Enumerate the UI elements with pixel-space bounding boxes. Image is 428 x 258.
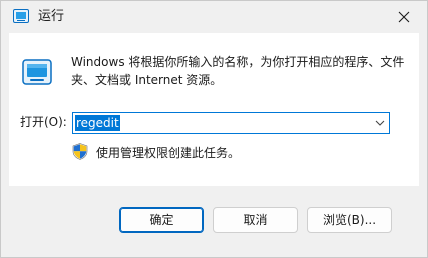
- run-program-icon: [22, 59, 52, 85]
- admin-note: 使用管理权限创建此任务。: [96, 146, 241, 160]
- run-dialog: 运行 Windows 将根据你所输入的名称，为你打开相应的程序、文件夹、文档或 …: [0, 0, 428, 258]
- uac-shield-icon: [72, 143, 88, 160]
- open-input-value[interactable]: regedit: [75, 115, 120, 131]
- ok-button[interactable]: 确定: [119, 207, 204, 233]
- cancel-button[interactable]: 取消: [213, 207, 298, 233]
- close-icon: [398, 11, 410, 23]
- open-combobox[interactable]: regedit: [72, 112, 390, 134]
- description-text: Windows 将根据你所输入的名称，为你打开相应的程序、文件夹、文档或 Int…: [71, 55, 405, 87]
- open-label: 打开(O):: [20, 115, 67, 129]
- browse-button[interactable]: 浏览(B)...: [307, 207, 392, 233]
- chevron-down-icon[interactable]: [375, 120, 385, 126]
- close-button[interactable]: [383, 1, 427, 33]
- window-title: 运行: [38, 9, 65, 24]
- dialog-content: Windows 将根据你所输入的名称，为你打开相应的程序、文件夹、文档或 Int…: [9, 33, 419, 186]
- run-icon: [13, 9, 29, 23]
- title-bar: 运行: [1, 1, 427, 33]
